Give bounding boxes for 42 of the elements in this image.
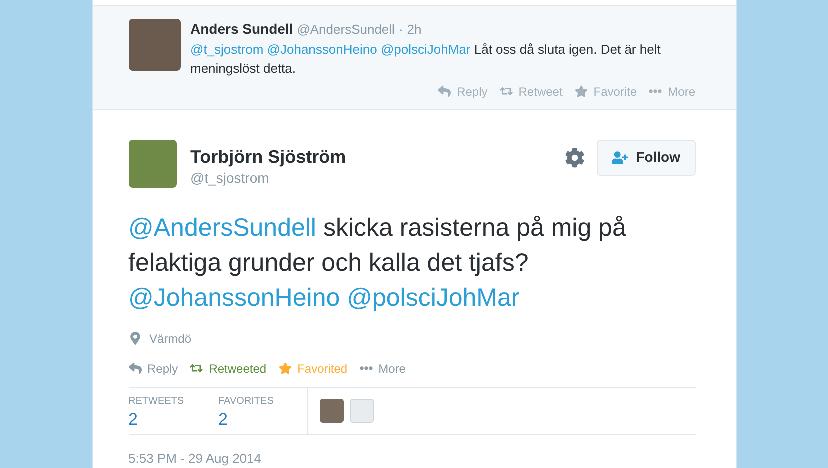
reply-action[interactable]: Reply xyxy=(128,360,178,378)
avatar-placeholder xyxy=(128,140,176,188)
mention-link[interactable]: @t_sjostrom xyxy=(190,42,264,56)
reply-arrow-icon xyxy=(128,362,142,375)
stat-label: FAVORITES xyxy=(218,394,274,408)
tweet-timestamp: 5:53 PM - 29 Aug 2014 xyxy=(128,450,262,468)
location-pin-icon xyxy=(128,332,142,345)
mention-link[interactable]: @JohanssonHeino xyxy=(267,42,378,56)
stat-label: RETWEETS xyxy=(128,394,184,408)
mention-link[interactable]: @JohanssonHeino xyxy=(128,284,340,312)
stat-count: 2 xyxy=(128,408,139,430)
star-icon xyxy=(574,85,588,98)
avatar-placeholder xyxy=(350,398,374,422)
add-user-icon xyxy=(612,150,628,166)
user-name: Torbjörn Sjöström xyxy=(190,146,346,168)
mention-link[interactable]: @AndersSundell xyxy=(128,214,316,242)
separator-dot: · xyxy=(398,20,404,38)
retweet-arrows-icon xyxy=(500,85,513,98)
stat-count: 2 xyxy=(218,408,229,430)
retweet-action[interactable]: Retweeted xyxy=(190,360,267,378)
more-action[interactable]: More xyxy=(649,82,696,100)
reply-action[interactable]: Reply xyxy=(438,82,488,100)
favorite-action[interactable]: Favorite xyxy=(574,82,638,100)
more-action[interactable]: More xyxy=(360,360,406,378)
user-name: Anders Sundell xyxy=(190,20,294,38)
settings-icon[interactable] xyxy=(565,148,586,168)
favorite-action[interactable]: Favorited xyxy=(278,360,348,378)
avatar-placeholder xyxy=(128,18,180,70)
retweet-arrows-icon xyxy=(190,362,204,375)
user-handle: @t_sjostrom xyxy=(190,168,270,188)
star-icon xyxy=(278,362,292,375)
reply-arrow-icon xyxy=(438,85,452,98)
retweet-action[interactable]: Retweet xyxy=(500,82,563,100)
user-handle: @AndersSundell xyxy=(297,20,395,38)
follow-button[interactable]: Follow xyxy=(597,140,696,176)
tweet-text: @AndersSundell skicka rasisterna på mig på felaktiga grunder och kalla det tjafs? @JohanssonHeino @polsciJohMar xyxy=(128,212,628,314)
avatar-placeholder xyxy=(320,398,344,422)
mention-link[interactable]: @polsciJohMar xyxy=(380,42,471,56)
location-label: Värmdö xyxy=(150,330,192,348)
tweet-time: 2h xyxy=(407,20,422,38)
tweet-text: @t_sjostrom @JohanssonHeino @polsciJohMar Låt oss då sluta igen. Det är helt meningslöst detta. xyxy=(190,40,662,78)
mention-link[interactable]: @polsciJohMar xyxy=(347,284,520,312)
